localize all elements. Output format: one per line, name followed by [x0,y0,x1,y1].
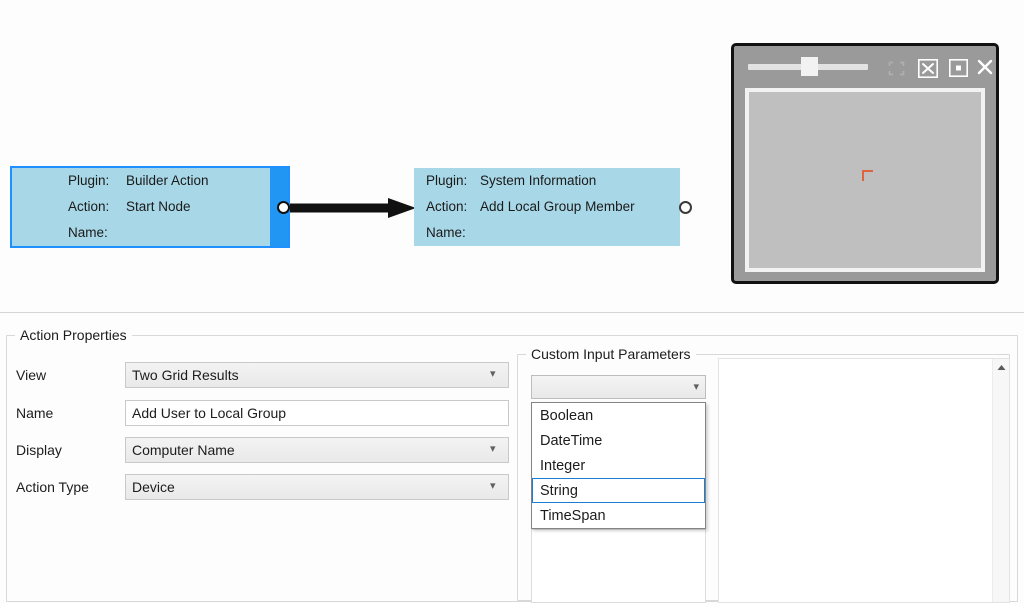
label-action-type: Action Type [16,474,89,500]
dropdown-option-timespan[interactable]: TimeSpan [532,503,705,528]
minimap-toolbar [734,46,996,86]
display-dropdown[interactable]: Computer Name [125,437,509,463]
node-action-key: Action: [68,194,126,220]
close-icon[interactable] [976,56,994,78]
connector-arrow [288,196,416,220]
minimap-viewport-marker [862,170,873,181]
node-name-row: Name: [426,220,680,246]
parameter-list-panel[interactable] [531,529,706,603]
node-start-output-port[interactable] [277,201,290,214]
action-type-dropdown[interactable]: Device [125,474,509,500]
name-input[interactable]: Add User to Local Group [125,400,509,426]
label-name: Name [16,400,53,426]
node-action-output-port[interactable] [679,201,692,214]
form-row-view: View Two Grid Results ▾ [6,362,506,388]
node-name-row: Name: [68,220,288,246]
minimap-overview-window[interactable] [731,43,999,284]
view-dropdown[interactable]: Two Grid Results [125,362,509,388]
vertical-scrollbar[interactable] [992,359,1009,602]
expand-icon[interactable] [917,58,939,78]
chevron-down-icon[interactable]: ▾ [693,376,699,398]
fit-to-screen-icon[interactable] [885,58,907,78]
form-row-name: Name Add User to Local Group [6,400,506,426]
scroll-up-arrow-icon[interactable] [993,359,1010,376]
workflow-canvas[interactable]: Plugin: Builder Action Action: Start Nod… [0,0,1024,313]
node-plugin-row: Plugin: Builder Action [68,168,288,194]
node-action-row: Action: Start Node [68,194,288,220]
form-row-action-type: Action Type Device ▾ [6,474,506,500]
chevron-down-icon[interactable]: ▾ [490,474,499,498]
node-name-key: Name: [68,220,126,246]
node-plugin-value: Builder Action [126,168,209,194]
parameter-type-dropdown-list[interactable]: Boolean DateTime Integer String TimeSpan [531,402,706,529]
node-plugin-value: System Information [480,168,596,194]
label-view: View [16,362,46,388]
node-name-key: Name: [426,220,480,246]
form-row-display: Display Computer Name ▾ [6,437,506,463]
node-action-value: Add Local Group Member [480,194,635,220]
zoom-slider-handle[interactable] [801,57,818,76]
dropdown-option-boolean[interactable]: Boolean [532,403,705,428]
chevron-down-icon[interactable]: ▾ [490,362,499,386]
label-display: Display [16,437,62,463]
dropdown-option-datetime[interactable]: DateTime [532,428,705,453]
node-plugin-row: Plugin: System Information [426,168,680,194]
workflow-node-start[interactable]: Plugin: Builder Action Action: Start Nod… [10,166,290,248]
restore-icon[interactable] [947,58,969,78]
dropdown-option-integer[interactable]: Integer [532,453,705,478]
minimap-viewport[interactable] [745,88,985,272]
node-action-key: Action: [426,194,480,220]
workflow-node-add-local-group-member[interactable]: Plugin: System Information Action: Add L… [414,168,680,246]
node-action-value: Start Node [126,194,191,220]
zoom-slider[interactable] [748,64,868,70]
dropdown-option-string[interactable]: String [532,478,705,503]
chevron-down-icon[interactable]: ▾ [490,437,499,461]
parameter-detail-panel[interactable] [718,358,1010,603]
parameter-type-combobox[interactable]: ▾ [531,375,706,399]
node-action-row: Action: Add Local Group Member [426,194,680,220]
node-plugin-key: Plugin: [426,168,480,194]
node-plugin-key: Plugin: [68,168,126,194]
action-properties-title: Action Properties [15,326,132,344]
custom-input-parameters-title: Custom Input Parameters [526,345,696,363]
